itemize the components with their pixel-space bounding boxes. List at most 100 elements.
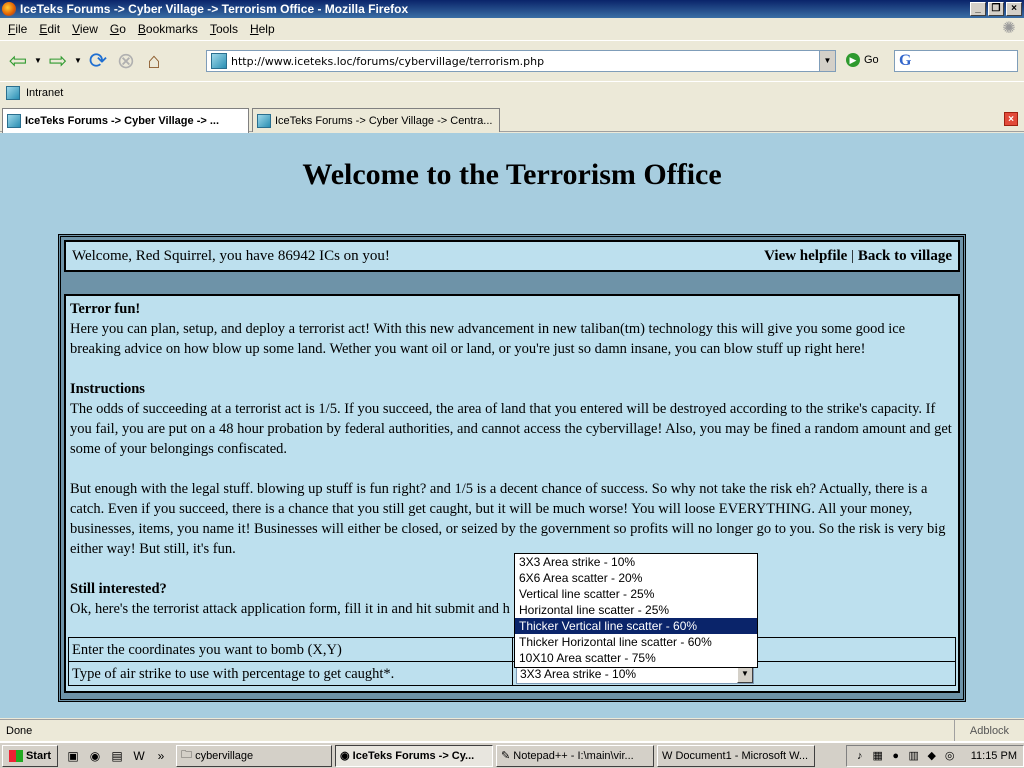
windows-logo-icon bbox=[8, 749, 23, 762]
bookmark-intranet[interactable]: Intranet bbox=[26, 87, 63, 99]
reload-button[interactable]: ⟳ bbox=[84, 47, 112, 75]
firefox-launch-icon[interactable]: ◉ bbox=[86, 747, 104, 765]
section-heading-instructions: Instructions bbox=[70, 381, 145, 397]
menu-edit[interactable]: Edit bbox=[35, 22, 68, 36]
adblock-button[interactable]: Adblock bbox=[954, 720, 1024, 741]
strike-option-highlighted[interactable]: Thicker Vertical line scatter - 60% bbox=[515, 618, 757, 634]
start-label: Start bbox=[25, 749, 52, 762]
menu-bookmarks[interactable]: Bookmarks bbox=[134, 22, 206, 36]
section-heading-still-interested: Still interested? bbox=[70, 581, 167, 597]
main-frame: Welcome, Red Squirrel, you have 86942 IC… bbox=[58, 234, 966, 702]
printer-icon[interactable]: ▥ bbox=[907, 749, 921, 763]
task-word[interactable]: W Document1 - Microsoft W... bbox=[657, 744, 815, 767]
security-icon[interactable]: ◆ bbox=[925, 749, 939, 763]
tab-terrorism-office[interactable]: IceTeks Forums -> Cyber Village -> ... bbox=[2, 108, 249, 133]
view-helpfile-link[interactable]: View helpfile bbox=[764, 248, 847, 264]
menu-view[interactable]: View bbox=[68, 22, 106, 36]
back-to-village-link[interactable]: Back to village bbox=[858, 248, 952, 264]
header-links: View helpfile | Back to village bbox=[764, 248, 952, 265]
task-cybervillage[interactable]: 🗀 cybervillage bbox=[176, 744, 332, 767]
bookmark-page-icon bbox=[6, 85, 20, 100]
firefox-icon bbox=[2, 2, 16, 16]
close-button[interactable]: × bbox=[1006, 2, 1022, 16]
stop-button[interactable]: ⊗ bbox=[112, 47, 140, 75]
link-separator: | bbox=[851, 247, 855, 264]
notepad-icon: ✎ bbox=[501, 750, 514, 762]
minimize-button[interactable]: _ bbox=[970, 2, 986, 16]
firefox-task-icon: ◉ bbox=[340, 750, 353, 762]
tab-label: IceTeks Forums -> Cyber Village -> Centr… bbox=[275, 114, 493, 127]
word-launch-icon[interactable]: W bbox=[130, 747, 148, 765]
go-label: Go bbox=[864, 54, 879, 66]
tab-label: IceTeks Forums -> Cyber Village -> ... bbox=[25, 115, 220, 127]
show-desktop-icon[interactable]: ▣ bbox=[64, 747, 82, 765]
maximize-button[interactable]: ❐ bbox=[988, 2, 1004, 16]
url-text[interactable]: http://www.iceteks.loc/forums/cybervilla… bbox=[231, 55, 819, 68]
task-firefox[interactable]: ◉ IceTeks Forums -> Cy... bbox=[335, 744, 493, 767]
page-title: Welcome to the Terrorism Office bbox=[302, 158, 722, 191]
status-bar: Done Adblock bbox=[0, 719, 1024, 741]
back-button[interactable]: ⇦ bbox=[4, 47, 32, 75]
tab-favicon-icon bbox=[7, 114, 21, 128]
tab-strip: IceTeks Forums -> Cyber Village -> ... I… bbox=[0, 104, 1024, 133]
tab-favicon-icon bbox=[257, 113, 271, 128]
home-button[interactable]: ⌂ bbox=[140, 47, 168, 75]
go-arrow-icon: ▶ bbox=[846, 53, 860, 67]
menu-file[interactable]: File bbox=[4, 22, 35, 36]
url-history-dropdown[interactable]: ▼ bbox=[819, 51, 835, 71]
attack-form: Enter the coordinates you want to bomb (… bbox=[68, 637, 956, 686]
more-chevron-icon[interactable]: » bbox=[152, 747, 170, 765]
page-viewport: Welcome to the Terrorism Office Welcome,… bbox=[0, 133, 1024, 718]
section-text-intro: Here you can plan, setup, and deploy a t… bbox=[70, 321, 906, 357]
folder-icon: 🗀 bbox=[181, 749, 196, 761]
menu-help[interactable]: Help bbox=[246, 22, 283, 36]
start-button[interactable]: Start bbox=[2, 744, 58, 767]
search-box[interactable]: G bbox=[894, 50, 1018, 72]
content-panel: Terror fun! Here you can plan, setup, an… bbox=[64, 294, 960, 693]
forward-button[interactable]: ⇨ bbox=[44, 47, 72, 75]
site-favicon-icon bbox=[211, 53, 227, 69]
volume-icon[interactable]: ♪ bbox=[853, 749, 867, 763]
close-tab-icon[interactable]: × bbox=[1004, 112, 1018, 126]
task-notepadpp[interactable]: ✎ Notepad++ - I:\main\vir... bbox=[496, 744, 654, 767]
quick-launch: ▣ ◉ ▤ W » bbox=[64, 747, 170, 765]
strike-option[interactable]: Vertical line scatter - 25% bbox=[515, 586, 757, 602]
coordinates-label: Enter the coordinates you want to bomb (… bbox=[68, 637, 513, 662]
strike-option[interactable]: 10X10 Area scatter - 75% bbox=[515, 650, 757, 666]
section-text-catch: But enough with the legal stuff. blowing… bbox=[70, 481, 946, 557]
throbber-icon: ✺ bbox=[1002, 20, 1016, 37]
welcome-bar: Welcome, Red Squirrel, you have 86942 IC… bbox=[64, 240, 960, 272]
window-title: IceTeks Forums -> Cyber Village -> Terro… bbox=[20, 2, 409, 16]
system-tray: ♪ ▦ ● ▥ ◆ ◎ 11:15 PM bbox=[845, 744, 1024, 767]
back-history-dropdown[interactable]: ▼ bbox=[32, 56, 44, 65]
update-icon[interactable]: ◎ bbox=[943, 749, 957, 763]
welcome-message: Welcome, Red Squirrel, you have 86942 IC… bbox=[72, 247, 390, 264]
navigation-toolbar: ⇦ ▼ ⇨ ▼ ⟳ ⊗ ⌂ http://www.iceteks.loc/for… bbox=[0, 40, 1024, 80]
strike-option[interactable]: 3X3 Area strike - 10% bbox=[515, 554, 757, 570]
section-heading-terror-fun: Terror fun! bbox=[70, 301, 141, 317]
strike-option[interactable]: 6X6 Area scatter - 20% bbox=[515, 570, 757, 586]
form-row-coordinates: Enter the coordinates you want to bomb (… bbox=[68, 637, 956, 662]
section-text-form-intro: Ok, here's the terrorist attack applicat… bbox=[70, 601, 510, 617]
section-text-instructions: The odds of succeeding at a terrorist ac… bbox=[70, 401, 952, 457]
go-button[interactable]: ▶ Go bbox=[846, 53, 879, 67]
google-search-icon[interactable]: G bbox=[899, 52, 911, 70]
taskbar: Start ▣ ◉ ▤ W » 🗀 cybervillage ◉ IceTeks… bbox=[0, 741, 1024, 768]
bookmarks-toolbar: Intranet bbox=[0, 81, 1024, 103]
forward-history-dropdown[interactable]: ▼ bbox=[72, 56, 84, 65]
window-titlebar[interactable]: IceTeks Forums -> Cyber Village -> Terro… bbox=[0, 0, 1024, 18]
strike-type-options-list: 3X3 Area strike - 10% 6X6 Area scatter -… bbox=[514, 553, 758, 668]
strike-type-label: Type of air strike to use with percentag… bbox=[68, 661, 513, 686]
strike-option[interactable]: Thicker Horizontal line scatter - 60% bbox=[515, 634, 757, 650]
strike-option[interactable]: Horizontal line scatter - 25% bbox=[515, 602, 757, 618]
form-row-strike-type: Type of air strike to use with percentag… bbox=[68, 661, 956, 686]
menu-tools[interactable]: Tools bbox=[206, 22, 246, 36]
tab-central[interactable]: IceTeks Forums -> Cyber Village -> Centr… bbox=[252, 108, 500, 132]
menu-go[interactable]: Go bbox=[106, 22, 134, 36]
word-document-icon: W bbox=[662, 749, 676, 762]
url-bar[interactable]: http://www.iceteks.loc/forums/cybervilla… bbox=[206, 50, 836, 72]
messenger-icon[interactable]: ● bbox=[889, 749, 903, 763]
network-icon[interactable]: ▦ bbox=[871, 749, 885, 763]
window-controls: _ ❐ × bbox=[970, 2, 1022, 16]
computer-icon[interactable]: ▤ bbox=[108, 747, 126, 765]
